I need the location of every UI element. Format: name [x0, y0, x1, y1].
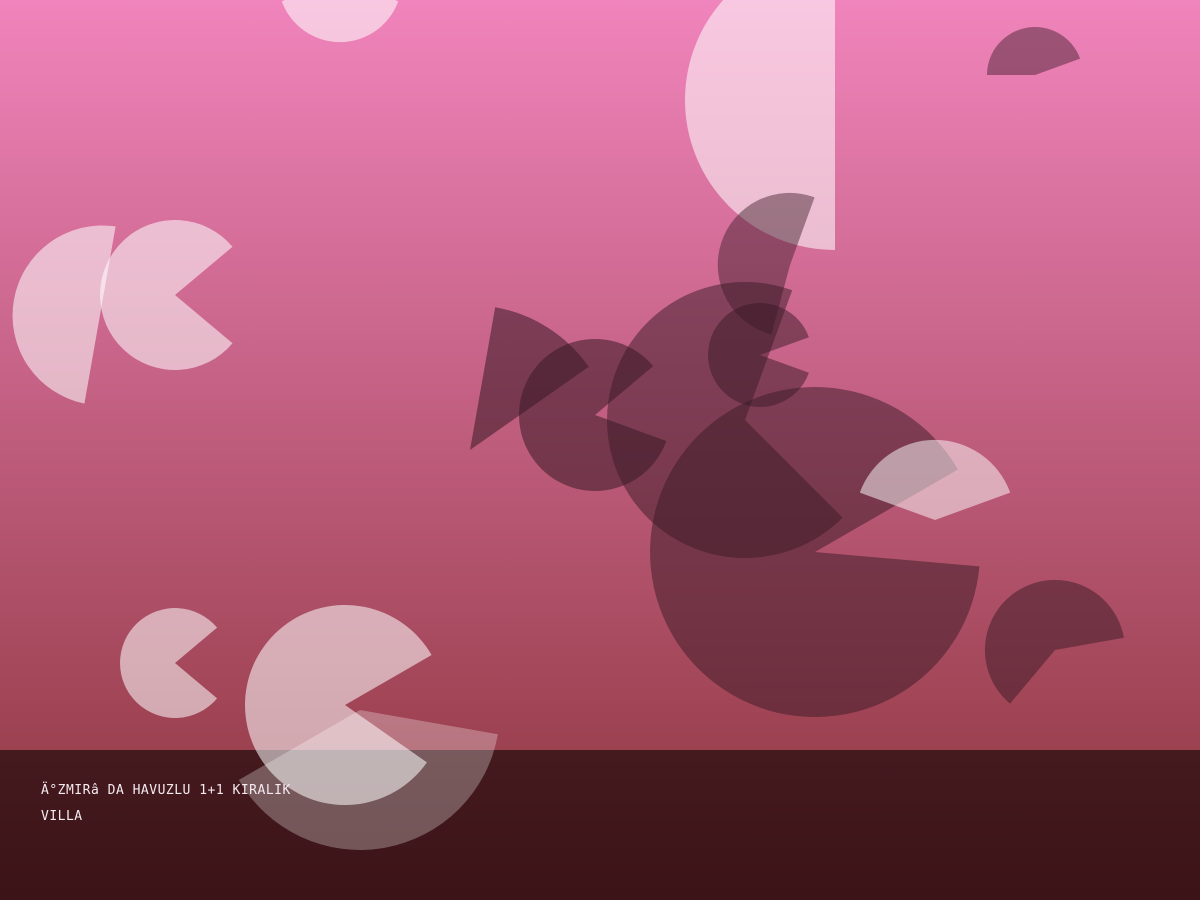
- listing-title: Ä°ZMIRâ DA HAVUZLU 1+1 KIRALIK VILLA: [41, 783, 291, 824]
